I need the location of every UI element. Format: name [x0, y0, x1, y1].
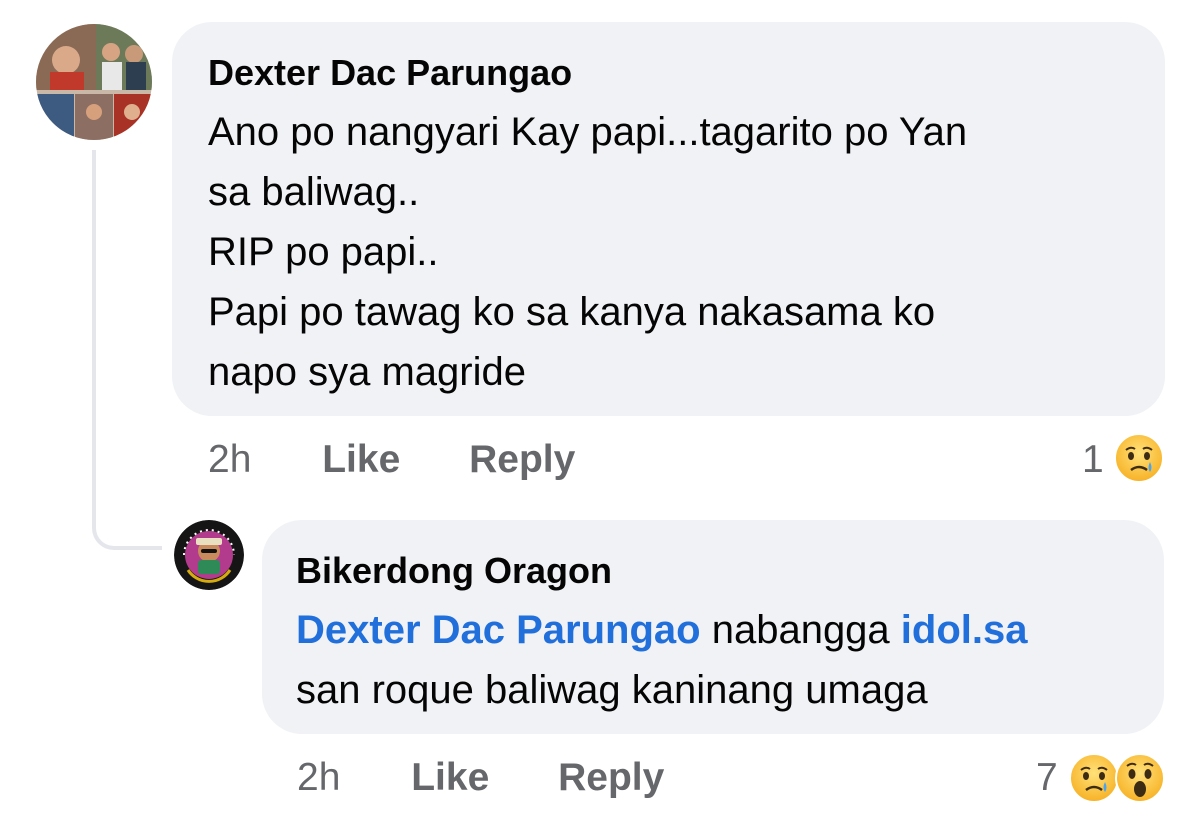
reply-text: Dexter Dac Parungao nabangga idol.sa san…: [296, 600, 1128, 720]
mention-link[interactable]: Dexter Dac Parungao: [296, 608, 701, 652]
sad-icon[interactable]: [1068, 752, 1120, 809]
reply-author[interactable]: Bikerdong Oragon: [296, 550, 1128, 592]
comment-text: Ano po nangyari Kay papi...tagarito po Y…: [208, 102, 1129, 402]
reply-timestamp[interactable]: 2h: [297, 756, 340, 800]
reaction-count[interactable]: 7: [1036, 755, 1058, 801]
comment-author[interactable]: Dexter Dac Parungao: [208, 52, 1129, 94]
reply-line: san roque baliwag kaninang umaga: [296, 668, 928, 712]
reply-bubble: Bikerdong Oragon Dexter Dac Parungao nab…: [262, 520, 1164, 734]
inline-link[interactable]: idol.sa: [901, 608, 1028, 652]
comment-line: Papi po tawag ko sa kanya nakasama ko: [208, 290, 936, 334]
reply-avatar[interactable]: [174, 520, 244, 590]
reply-button[interactable]: Reply: [558, 756, 664, 800]
reply-button[interactable]: Reply: [469, 438, 575, 482]
like-button[interactable]: Like: [411, 756, 489, 800]
comment-timestamp[interactable]: 2h: [208, 438, 251, 482]
reply-actions: 2h Like Reply: [297, 756, 664, 800]
comment-line: napo sya magride: [208, 350, 526, 394]
commenter-avatar[interactable]: [36, 24, 152, 140]
wow-icon[interactable]: [1114, 752, 1166, 809]
comment-actions: 2h Like Reply: [208, 438, 575, 482]
comment-bubble: Dexter Dac Parungao Ano po nangyari Kay …: [172, 22, 1165, 416]
like-button[interactable]: Like: [322, 438, 400, 482]
comment-line: Ano po nangyari Kay papi...tagarito po Y…: [208, 110, 968, 154]
comment-line: RIP po papi..: [208, 230, 439, 274]
reply-text-segment: nabangga: [700, 608, 901, 652]
reply-thread-line: [92, 150, 162, 550]
comment-line: sa baliwag..: [208, 170, 420, 214]
reply-line: Dexter Dac Parungao nabangga idol.sa: [296, 600, 1128, 660]
reaction-count[interactable]: 1: [1082, 437, 1104, 483]
sad-icon[interactable]: [1113, 432, 1165, 489]
